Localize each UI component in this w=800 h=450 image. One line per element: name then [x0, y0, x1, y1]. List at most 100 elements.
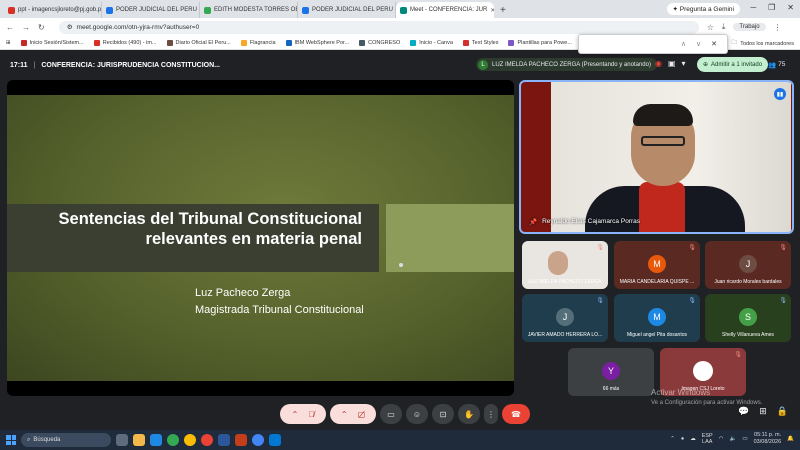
system-clock[interactable]: 05:11 p. m. 03/08/2026 [754, 432, 782, 446]
bookmark-item[interactable]: Diario Oficial El Peru... [166, 39, 231, 46]
participant-avatar: J [556, 308, 574, 326]
edge-icon[interactable] [150, 434, 162, 446]
bookmark-item[interactable]: Inicio - Canva [410, 39, 453, 46]
participant-tile[interactable]: J 🎙 Juan ricardo Morales bardales [705, 241, 791, 289]
bookmark-item[interactable]: IBM WebSphere Por... [285, 39, 349, 46]
find-close-icon[interactable]: ✕ [711, 40, 717, 48]
reactions-button[interactable]: ☺ [406, 404, 428, 424]
chrome-active-icon[interactable] [252, 434, 264, 446]
participant-tile[interactable]: 🎙 LUZ IMELDA PACHECO ZERGA [522, 241, 608, 289]
slide-role: Magistrada Tribunal Constitucional [195, 304, 364, 316]
battery-icon[interactable]: ▭ [742, 436, 747, 442]
pinned-participant-tile[interactable]: ▮▮ 📌 Reynaldo Elías Cajamarca Porras [519, 80, 794, 234]
participant-tile[interactable]: J 🎙 JAVIER AMADO HERRERA LÓ... [522, 294, 608, 342]
camera-off-icon[interactable]: ▢̸ [358, 410, 366, 419]
site-info-icon[interactable]: ⚙ [67, 23, 73, 31]
task-view-icon[interactable] [116, 434, 128, 446]
participant-count[interactable]: 👥 75 [768, 58, 785, 71]
browser-tab[interactable]: Meet - CONFERENCIA: JUR ✕ [396, 2, 494, 18]
powerpoint-icon[interactable] [235, 434, 247, 446]
captions-button[interactable]: ▭ [380, 404, 402, 424]
close-icon[interactable]: ✕ [787, 3, 794, 12]
participant-name: LUZ IMELDA PACHECO ZERGA [528, 279, 602, 285]
present-button[interactable]: ⊡ [432, 404, 454, 424]
browser-tab[interactable]: EDITH MODESTA TORRES OBR✕ [200, 2, 298, 18]
word-icon[interactable] [218, 434, 230, 446]
camera-toggle[interactable]: ⌃ ▢̸ [330, 404, 376, 424]
maximize-icon[interactable]: ❐ [768, 3, 775, 12]
mic-off-icon: 🎙 [779, 298, 787, 304]
bookmark-favicon-icon [410, 39, 417, 46]
new-tab-button[interactable]: + [500, 5, 506, 16]
tray-cloud-icon[interactable]: ☁ [690, 436, 696, 442]
participant-tile[interactable]: Y 66 más [568, 348, 654, 396]
bookmark-favicon-icon [93, 39, 100, 46]
file-explorer-icon[interactable] [133, 434, 145, 446]
cc-icon[interactable]: ▣ [668, 59, 676, 68]
chevron-up-icon[interactable]: ⌃ [292, 410, 299, 419]
tray-chevron-icon[interactable]: ⌃ [670, 436, 675, 442]
tray-app-icon[interactable]: ● [681, 436, 684, 442]
participant-tile[interactable]: M 🎙 Miguel angel Pita dosantos [614, 294, 700, 342]
find-bar[interactable]: ∧ ∨ ✕ [578, 34, 728, 54]
browser-tab[interactable]: ppt - imagencsjloreto@pj.gob.pe✕ [4, 2, 102, 18]
menu-icon[interactable]: ⋮ [774, 23, 782, 32]
bookmark-item[interactable]: Text Styles [462, 39, 498, 46]
all-bookmarks[interactable]: 🗀 Todos los marcadores [732, 39, 794, 48]
participant-tile[interactable]: M 🎙 MARIA CANDELARIA QUISPE ... [614, 241, 700, 289]
host-controls-icon[interactable]: 🔒 [777, 406, 788, 417]
browser-tab[interactable]: PODER JUDICIAL DEL PERU - C✕ [298, 2, 396, 18]
more-options-button[interactable]: ⋮ [484, 404, 498, 424]
gemini-button[interactable]: ✦ Pregunta a Gemini [666, 3, 740, 15]
header-icons: ◉ ▣ ▾ [655, 59, 686, 68]
reload-icon[interactable]: ↻ [38, 23, 45, 32]
star-icon[interactable]: ☆ [707, 23, 714, 32]
dropdown-icon[interactable]: ▾ [682, 59, 686, 68]
bookmark-item[interactable]: CONGRESO [359, 39, 400, 46]
find-next-icon[interactable]: ∨ [696, 40, 701, 48]
participant-name: JAVIER AMADO HERRERA LÓ... [527, 332, 603, 338]
wifi-icon[interactable]: ◠ [719, 436, 724, 442]
windows-start-icon[interactable] [6, 435, 16, 445]
bookmark-label: Inicio Sesión/Sistem... [29, 39, 84, 46]
pin-icon[interactable]: 📌 [529, 218, 537, 226]
bookmark-item[interactable]: Flagrancia [240, 39, 276, 46]
apps-icon[interactable]: ⊞ [6, 40, 11, 46]
mic-off-icon[interactable]: 🎙̸ [308, 410, 314, 419]
remote-desktop-icon[interactable] [269, 434, 281, 446]
bookmark-item[interactable]: Recibidos (490) - im... [93, 39, 157, 46]
presentation-stage: Sentencias del Tribunal Constitucional r… [7, 80, 514, 396]
profile-button[interactable]: Trabajo [733, 23, 766, 31]
emoji-icon: ☺ [412, 409, 422, 419]
admit-guest-button[interactable]: ⊕ Admitir a 1 invitado [697, 57, 769, 72]
activities-icon[interactable]: ⊞ [759, 406, 767, 417]
url-field[interactable]: ⚙ meet.google.com/otn-yjra-rmv?authuser=… [58, 20, 699, 34]
minimize-icon[interactable]: ─ [750, 3, 756, 12]
find-prev-icon[interactable]: ∧ [681, 40, 686, 48]
forward-icon[interactable]: → [22, 23, 30, 32]
leave-call-button[interactable]: ☎ [502, 404, 530, 424]
chrome-alt-icon[interactable] [201, 434, 213, 446]
taskbar-search[interactable]: ⌕ Búsqueda [21, 433, 111, 447]
record-icon[interactable]: ◉ [655, 59, 662, 68]
all-bookmarks-label: Todos los marcadores [740, 40, 794, 47]
chrome-icon[interactable] [167, 434, 179, 446]
mic-toggle[interactable]: ⌃ 🎙̸ [280, 404, 326, 424]
volume-icon[interactable]: 🔈 [730, 436, 737, 442]
raise-hand-button[interactable]: ✋ [458, 404, 480, 424]
chrome-profile-icon[interactable] [184, 434, 196, 446]
bookmark-item[interactable]: Inicio Sesión/Sistem... [20, 39, 84, 46]
slide-author: Luz Pacheco Zerga [195, 287, 291, 299]
chat-icon[interactable]: 💬 [738, 406, 749, 417]
bookmark-item[interactable]: Plantillas para Powe... [508, 39, 572, 46]
bookmark-label: Diario Oficial El Peru... [175, 39, 231, 46]
notification-icon[interactable]: 🔔 [787, 436, 794, 442]
language-indicator[interactable]: ESP LAA [702, 433, 713, 445]
download-icon[interactable]: ⤓ [722, 22, 726, 32]
presenter-chip[interactable]: L LUZ IMELDA PACHECO ZERGA (Presentando … [476, 58, 657, 71]
tab-close-icon[interactable]: ✕ [490, 7, 494, 14]
browser-tab[interactable]: PODER JUDICIAL DEL PERU - C✕ [102, 2, 200, 18]
chevron-up-icon[interactable]: ⌃ [341, 410, 348, 419]
back-icon[interactable]: ← [6, 23, 14, 32]
participant-tile[interactable]: S 🎙 Shelly Villanueva Ames [705, 294, 791, 342]
